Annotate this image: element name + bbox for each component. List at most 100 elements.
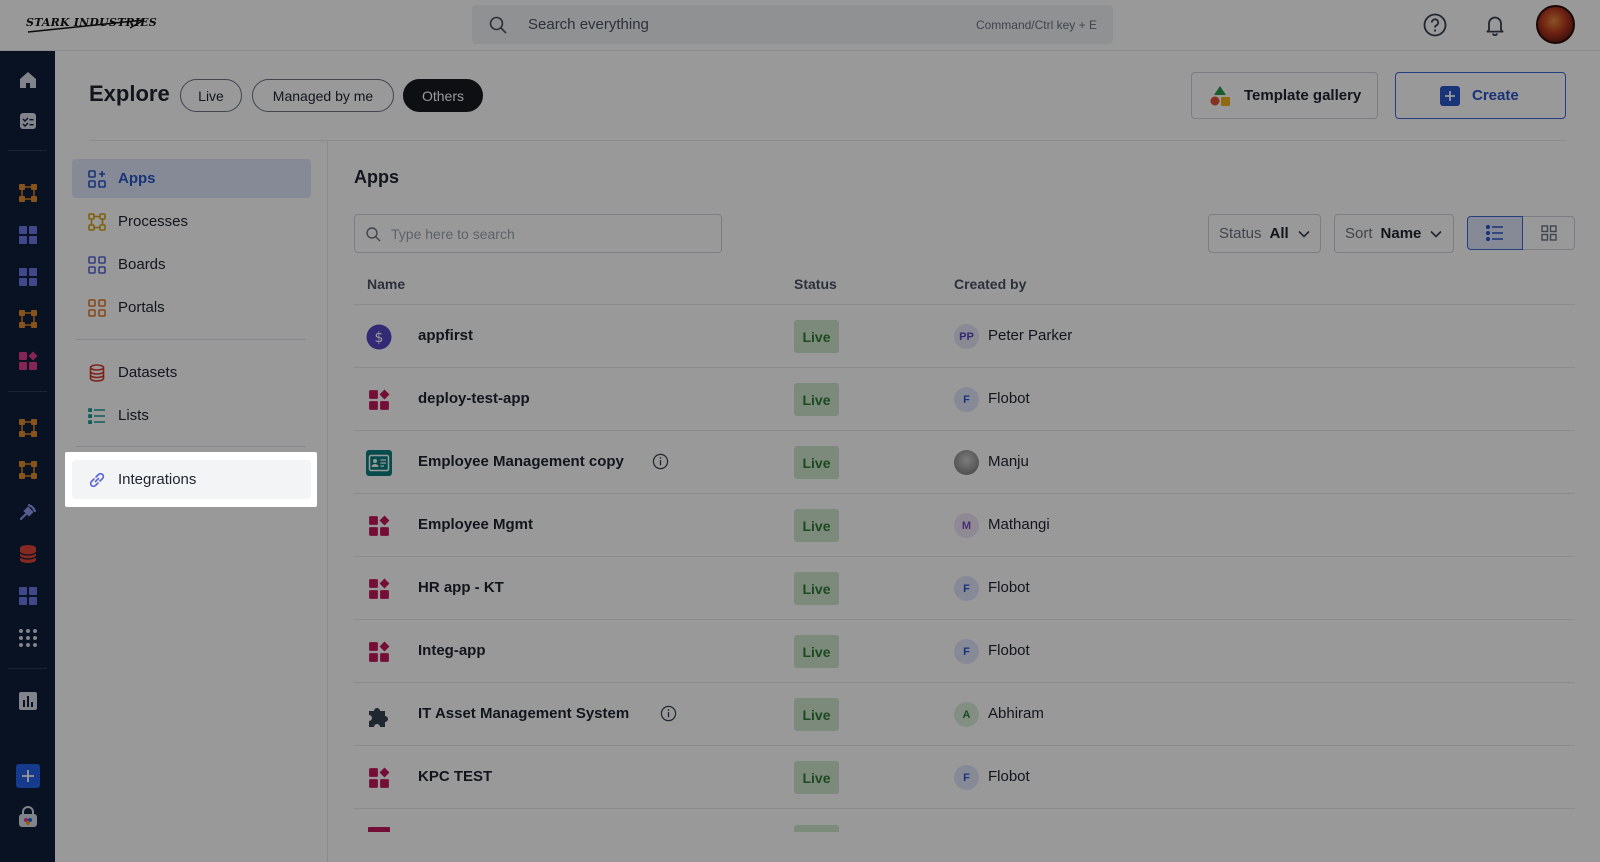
add-icon[interactable] (16, 764, 40, 788)
sidenav-item-portals[interactable]: Portals (72, 288, 311, 327)
datasets-icon (88, 363, 106, 382)
board-icon[interactable] (16, 265, 40, 289)
app-blocks-icon (366, 765, 392, 791)
integrations-icon (88, 471, 106, 489)
sidenav-item-label: Portals (118, 299, 165, 316)
sidenav-item-datasets[interactable]: Datasets (72, 353, 311, 392)
creator-name: Peter Parker (988, 327, 1073, 344)
avatar: PP (954, 324, 979, 349)
list-fade (328, 832, 1600, 862)
create-button[interactable]: Create (1395, 72, 1566, 119)
help-icon[interactable] (1422, 12, 1448, 38)
app-name[interactable]: Integ-app (418, 642, 486, 659)
status-badge: Live (794, 572, 839, 605)
sidenav-item-label: Integrations (118, 471, 197, 488)
app-blocks-icon[interactable] (16, 349, 40, 373)
filter-pill-others[interactable]: Others (403, 79, 483, 112)
id-card-icon (366, 450, 392, 476)
all-apps-grid-icon[interactable] (16, 626, 40, 650)
grid-view-icon (1541, 225, 1557, 241)
table-row[interactable]: Integ-app Live F Flobot (354, 619, 1575, 682)
sidenav-item-processes[interactable]: Processes (72, 202, 311, 241)
sidenav-item-lists[interactable]: Lists (72, 396, 311, 435)
header-divider (89, 140, 1566, 141)
dataset-icon[interactable] (16, 542, 40, 566)
sort-dropdown[interactable]: Sort Name (1334, 214, 1454, 253)
board-icon[interactable] (16, 223, 40, 247)
processes-icon (88, 212, 106, 231)
process-icon[interactable] (16, 458, 40, 482)
apps-search-field[interactable] (354, 214, 722, 253)
grid-view-button[interactable] (1523, 217, 1575, 249)
app-blocks-icon (366, 639, 392, 665)
analytics-icon[interactable] (16, 689, 40, 713)
table-row[interactable]: $ appfirst Live PP Peter Parker (354, 304, 1575, 367)
integration-plug-icon[interactable] (16, 500, 40, 524)
sort-value: Name (1380, 225, 1422, 242)
store-bag-icon[interactable] (16, 805, 40, 829)
app-name[interactable]: HR app - KT (418, 579, 504, 596)
table-row[interactable]: Employee Mgmt Live M Mathangi (354, 493, 1575, 556)
home-icon[interactable] (16, 68, 40, 92)
filter-pill-managed-by-me[interactable]: Managed by me (252, 79, 394, 112)
status-filter-label: Status (1219, 225, 1262, 242)
tasks-icon[interactable] (16, 109, 40, 133)
filter-pill-live[interactable]: Live (180, 79, 242, 112)
avatar (954, 450, 979, 475)
app-rail (0, 51, 55, 862)
sidenav-item-integrations[interactable]: Integrations (72, 460, 311, 499)
user-avatar[interactable] (1536, 5, 1575, 44)
status-badge: Live (794, 446, 839, 479)
lists-icon (88, 407, 106, 425)
template-gallery-button[interactable]: Template gallery (1191, 72, 1378, 119)
tour-spotlight: Integrations (65, 452, 317, 507)
bell-icon[interactable] (1482, 12, 1508, 38)
search-icon (366, 227, 381, 242)
column-header-name[interactable]: Name (367, 276, 405, 292)
plus-icon (1440, 85, 1460, 106)
dollar-icon: $ (366, 324, 392, 350)
status-badge: Live (794, 698, 839, 731)
app-name[interactable]: Employee Mgmt (418, 516, 533, 533)
app-name[interactable]: IT Asset Management System (418, 705, 629, 722)
global-search[interactable]: Search everything Command/Ctrl key + E (472, 5, 1113, 44)
app-name[interactable]: Employee Management copy (418, 453, 624, 470)
avatar: M (954, 513, 979, 538)
board-icon[interactable] (16, 584, 40, 608)
status-badge: Live (794, 509, 839, 542)
avatar: F (954, 639, 979, 664)
status-badge: Live (794, 635, 839, 668)
table-row[interactable]: IT Asset Management System Live A Abhira… (354, 682, 1575, 745)
portals-icon (88, 298, 106, 317)
app-name[interactable]: appfirst (418, 327, 473, 344)
company-logo[interactable]: STARK INDUSTRIES (26, 16, 157, 29)
table-row[interactable] (354, 808, 1575, 832)
apps-search-input[interactable] (391, 223, 711, 245)
table-row[interactable]: deploy-test-app Live F Flobot (354, 367, 1575, 430)
table-row[interactable]: Employee Management copy Live Manju (354, 430, 1575, 493)
info-icon[interactable] (660, 705, 677, 722)
process-icon[interactable] (16, 181, 40, 205)
list-view-button[interactable] (1467, 216, 1523, 250)
status-filter-dropdown[interactable]: Status All (1208, 214, 1321, 253)
status-badge: Live (794, 761, 839, 794)
shapes-icon (1210, 85, 1230, 106)
sidenav-item-label: Lists (118, 407, 149, 424)
sidenav-item-apps[interactable]: Apps (72, 159, 311, 198)
info-icon[interactable] (652, 453, 669, 470)
column-header-status[interactable]: Status (794, 276, 837, 292)
column-header-created-by[interactable]: Created by (954, 276, 1026, 292)
app-name[interactable]: KPC TEST (418, 768, 492, 785)
view-toggle (1467, 216, 1575, 250)
sidenav-item-boards[interactable]: Boards (72, 245, 311, 284)
chevron-down-icon (1298, 230, 1310, 238)
status-badge (794, 825, 839, 832)
sort-label: Sort (1345, 225, 1373, 242)
top-bar: STARK INDUSTRIES Search everything Comma… (0, 0, 1600, 51)
process-icon[interactable] (16, 307, 40, 331)
table-row[interactable]: KPC TEST Live F Flobot (354, 745, 1575, 808)
app-name[interactable]: deploy-test-app (418, 390, 530, 407)
creator-name: Manju (988, 453, 1029, 470)
table-row[interactable]: HR app - KT Live F Flobot (354, 556, 1575, 619)
process-icon[interactable] (16, 416, 40, 440)
